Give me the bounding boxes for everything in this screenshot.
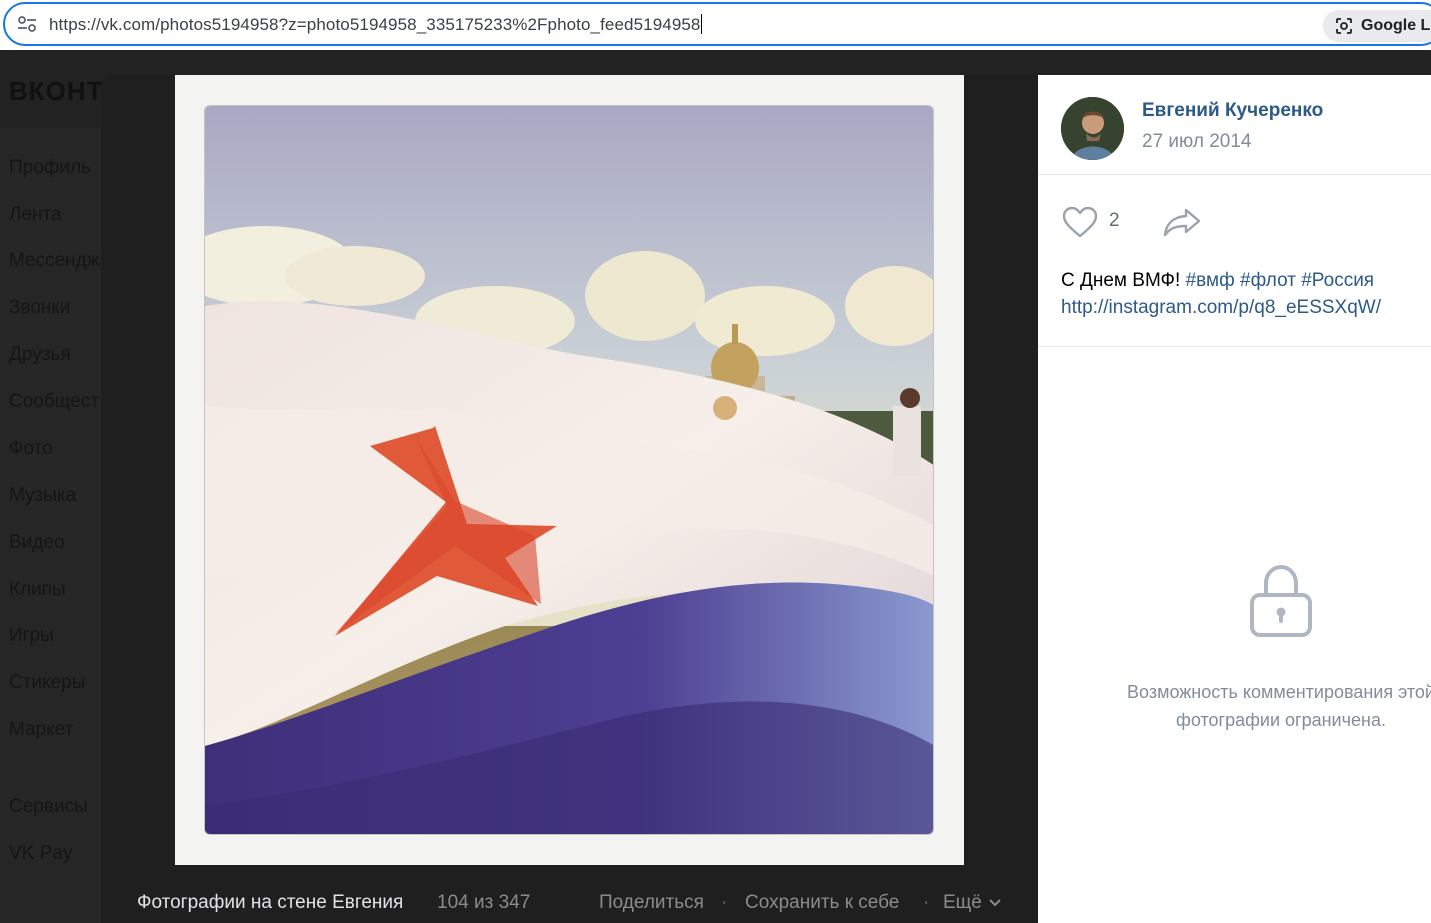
avatar[interactable] [1061, 97, 1124, 160]
post-date[interactable]: 27 июл 2014 [1142, 131, 1252, 153]
sidebar-item-friends[interactable]: Друзья [9, 344, 71, 366]
like-count: 2 [1109, 210, 1120, 231]
sidebar-item-stickers[interactable]: Стикеры [9, 672, 85, 694]
url-input[interactable]: https://vk.com/photos5194958?z=photo5194… [49, 14, 703, 35]
author-name[interactable]: Евгений Кучеренко [1142, 100, 1323, 122]
sidebar-item-vkpay[interactable]: VK Pay [9, 843, 72, 865]
hashtag-link[interactable]: #вмф [1186, 270, 1235, 291]
lock-icon [1250, 564, 1312, 637]
sidebar-item-clips[interactable]: Клипы [9, 579, 66, 601]
vk-logo[interactable]: ВКОНТ [9, 76, 104, 107]
site-settings-icon[interactable] [17, 15, 37, 33]
hashtag-link[interactable]: #флот [1240, 270, 1296, 291]
post-caption: С Днем ВМФ! #вмф #флот #Россия http://in… [1061, 267, 1431, 321]
lens-label: Google Le [1361, 17, 1431, 34]
sidebar-item-calls[interactable]: Звонки [9, 297, 70, 319]
sidebar-item-profile[interactable]: Профиль [9, 157, 91, 179]
browser-toolbar: https://vk.com/photos5194958?z=photo5194… [0, 0, 1431, 50]
sidebar-item-music[interactable]: Музыка [9, 485, 76, 507]
comments-restricted-message: Возможность комментирования этой фотогра… [1127, 682, 1431, 730]
lens-icon [1336, 18, 1352, 34]
more-menu-button[interactable]: Ещё [943, 892, 982, 914]
google-lens-button[interactable]: Google Le [1323, 10, 1431, 42]
author-block: Евгений Кучеренко 27 июл 2014 [1038, 75, 1431, 175]
share-arrow-icon[interactable] [1162, 207, 1202, 237]
chevron-down-icon[interactable] [989, 899, 1001, 907]
album-title[interactable]: Фотографии на стене Евгения [137, 892, 403, 914]
sidebar-item-market[interactable]: Маркет [9, 719, 73, 741]
sidebar-item-video[interactable]: Видео [9, 532, 65, 554]
avatar-image [1061, 97, 1124, 160]
address-bar[interactable]: https://vk.com/photos5194958?z=photo5194… [3, 2, 1431, 46]
post-text: С Днем ВМФ! [1061, 270, 1181, 291]
sidebar-item-messenger[interactable]: Мессендж [9, 250, 99, 272]
reactions-row: 2 [1038, 175, 1431, 255]
instagram-link[interactable]: http://instagram.com/p/q8_eESSXqW/ [1061, 297, 1381, 318]
sidebar-item-games[interactable]: Игры [9, 625, 54, 647]
text-caret [701, 14, 703, 34]
share-link[interactable]: Поделиться [599, 892, 704, 914]
sidebar-item-communities[interactable]: Сообщест [9, 391, 99, 413]
separator-dot: · [721, 892, 728, 913]
viewer-footer: Фотографии на стене Евгения 104 из 347 П… [137, 888, 1017, 918]
divider [1038, 346, 1431, 347]
save-to-profile-link[interactable]: Сохранить к себе [745, 892, 899, 914]
photo-info-panel: Евгений Кучеренко 27 июл 2014 2 С Днем В… [1038, 75, 1431, 923]
heart-icon[interactable] [1061, 205, 1099, 239]
separator-dot: · [923, 892, 930, 913]
photo-image[interactable] [204, 105, 934, 835]
naval-flag-photo [205, 106, 933, 834]
hashtag-link[interactable]: #Россия [1301, 270, 1374, 291]
sidebar-item-services[interactable]: Сервисы [9, 796, 88, 818]
photo-counter: 104 из 347 [437, 892, 531, 913]
sidebar-item-photos[interactable]: Фото [9, 438, 53, 460]
sidebar-item-feed[interactable]: Лента [9, 204, 62, 226]
